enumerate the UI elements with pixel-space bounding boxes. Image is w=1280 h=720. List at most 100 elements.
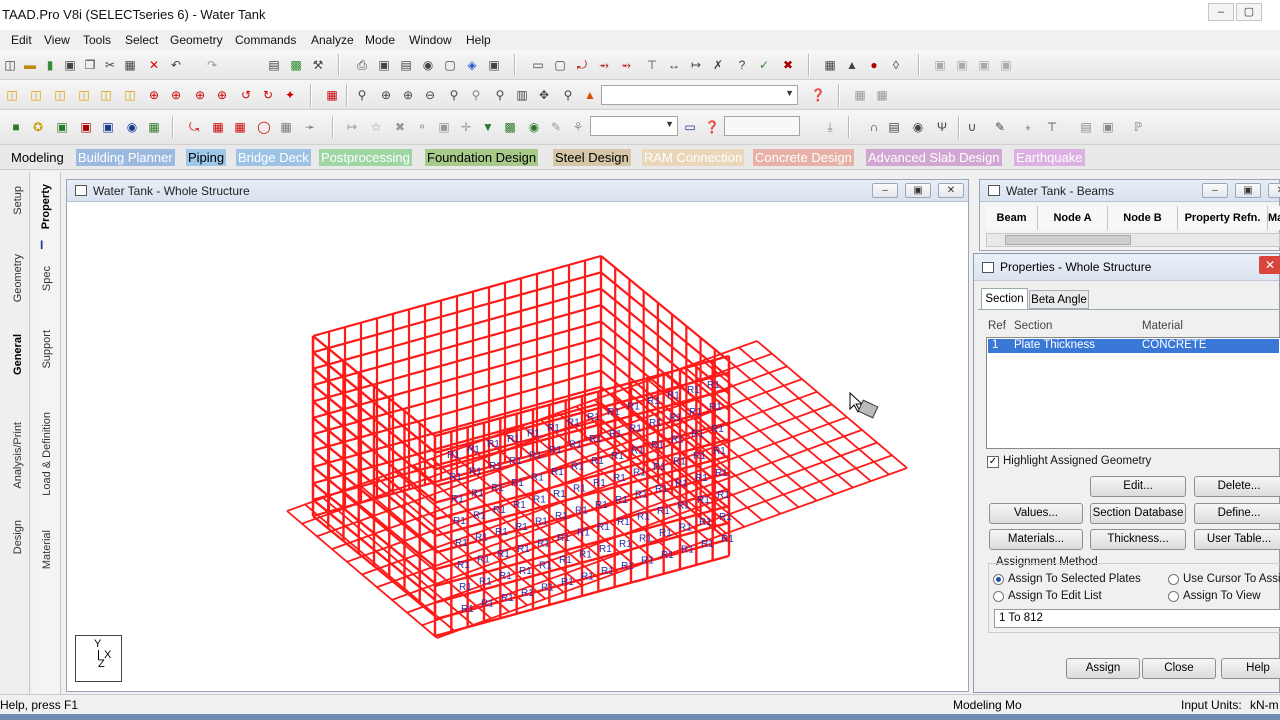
vtab-load-definition[interactable]: Load & Definition	[41, 412, 53, 496]
edit-list-field[interactable]: 1 To 812	[994, 609, 1280, 628]
cut-section-icon[interactable]: ✛	[458, 119, 474, 135]
window-icon-4[interactable]: ▣	[998, 57, 1014, 73]
rotate-icon[interactable]: ↺	[238, 87, 254, 103]
query-icon[interactable]: ❓	[704, 119, 720, 135]
assign-selected-plates-radio[interactable]	[993, 574, 1004, 585]
close-button[interactable]: Close	[1142, 658, 1216, 679]
tab-building-planner[interactable]: Building Planner	[76, 149, 175, 166]
open-recent-icon[interactable]: ▮	[42, 57, 58, 73]
section-icon[interactable]: ▩	[502, 119, 518, 135]
menu-help[interactable]: Help	[466, 33, 491, 47]
split-beam-icon[interactable]: ↦	[344, 119, 360, 135]
view-restore-button[interactable]: ▣	[905, 183, 931, 198]
tab-foundation-design[interactable]: Foundation Design	[425, 149, 539, 166]
vtab-property[interactable]: Property	[40, 184, 52, 229]
undo-view-icon[interactable]: ▦	[852, 87, 868, 103]
scrollbar-thumb[interactable]	[1005, 235, 1131, 245]
animate-icon[interactable]: ●	[866, 57, 882, 73]
connect-beams-icon[interactable]: ☆	[368, 119, 384, 135]
tab-beta-angle[interactable]: Beta Angle	[1029, 290, 1089, 309]
snap-beam-icon[interactable]: ⊕	[168, 87, 184, 103]
select-geometry-icon[interactable]: ◫	[122, 87, 138, 103]
horizontal-scrollbar[interactable]	[986, 233, 1280, 247]
monitor-icon[interactable]: ▭	[682, 119, 698, 135]
structure-view-window[interactable]: Water Tank - Whole Structure – ▣ ✕ R1 R1 R…	[66, 179, 969, 692]
column-header-node-a[interactable]: Node A	[1038, 206, 1108, 230]
tools-icon[interactable]: ⚒	[310, 57, 326, 73]
structure-canvas[interactable]: R1 R1 R1 R1 R1 R1 R1 R1 R1 R1 R1 R1 R1 R1 R1 R1 R1 R1 R1 R1…	[67, 203, 968, 692]
rotate-geometry-icon[interactable]: ▣	[78, 119, 94, 135]
structure-view-icon[interactable]: ▲	[582, 87, 598, 103]
zoom-in-icon[interactable]: ⊕	[378, 87, 394, 103]
assign-button[interactable]: Assign	[1066, 658, 1140, 679]
tab-concrete-design[interactable]: Concrete Design	[753, 149, 854, 166]
snap-plate-icon[interactable]: ⊕	[192, 87, 208, 103]
menu-window[interactable]: Window	[409, 33, 452, 47]
vtab-material[interactable]: Material	[41, 530, 53, 569]
cursor-icon[interactable]: ✦	[282, 87, 298, 103]
assign-view-radio[interactable]	[1168, 591, 1179, 602]
menu-edit[interactable]: Edit	[11, 33, 32, 47]
grid-icon[interactable]: ▦	[146, 119, 162, 135]
report-setup-icon[interactable]: ▢	[442, 57, 458, 73]
snap-node-icon[interactable]: ⊕	[146, 87, 162, 103]
zoom-dynamic-icon[interactable]: ⚲	[468, 87, 484, 103]
circular-repeat-icon[interactable]: ✪	[30, 119, 46, 135]
view-minimize-button[interactable]: –	[872, 183, 898, 198]
merge-icon[interactable]: ⚬	[414, 119, 430, 135]
select-nodes-icon[interactable]: ◫	[4, 87, 20, 103]
vtab-design[interactable]: Design	[12, 520, 24, 554]
column-header-property[interactable]: Property Refn.	[1178, 206, 1268, 230]
snap-solid-icon[interactable]: ⊕	[214, 87, 230, 103]
view-grid-icon[interactable]: ▦	[324, 87, 340, 103]
view-close-button[interactable]: ✕	[938, 183, 964, 198]
structure-wizard-icon[interactable]: ▩	[288, 57, 304, 73]
section-database-button[interactable]: Section Database	[1090, 503, 1186, 524]
new-file-icon[interactable]: ◫	[2, 57, 18, 73]
window-icon-2[interactable]: ▣	[954, 57, 970, 73]
structure-diagram-icon[interactable]: ▲	[844, 57, 860, 73]
maximize-button[interactable]: ▢	[1236, 3, 1262, 21]
redo-icon[interactable]: ↷	[204, 57, 220, 73]
table-row[interactable]: 1 Plate Thickness CONCRETE	[988, 339, 1279, 353]
beam-section-icon[interactable]: ⍖	[1020, 119, 1036, 135]
window-icon-1[interactable]: ▣	[932, 57, 948, 73]
report-icon[interactable]: ▤	[1078, 119, 1094, 135]
node-numbers-icon[interactable]: ▢	[552, 57, 568, 73]
mirror-icon[interactable]: ▣	[54, 119, 70, 135]
define-button[interactable]: Define...	[1194, 503, 1280, 524]
wand-icon[interactable]: ⚘	[570, 119, 586, 135]
tab-modeling[interactable]: Modeling	[9, 149, 66, 166]
pencil-icon[interactable]: ✎	[548, 119, 564, 135]
tab-postprocessing[interactable]: Postprocessing	[319, 149, 412, 166]
delete-icon[interactable]: ✕	[146, 57, 162, 73]
print-preview-icon[interactable]: ▣	[376, 57, 392, 73]
add-beam-icon[interactable]: ⤿	[186, 119, 202, 135]
plate-numbers-icon[interactable]: ⥇	[618, 57, 634, 73]
menu-commands[interactable]: Commands	[235, 33, 296, 47]
dimension-icon[interactable]: ⥇	[596, 57, 612, 73]
frame-icon[interactable]: ▤	[886, 119, 902, 135]
translational-repeat-icon[interactable]: ■	[8, 119, 24, 135]
tab-ram-connection[interactable]: RAM Connection	[642, 149, 745, 166]
new-view-icon[interactable]: ▥	[514, 87, 530, 103]
remove-dimension-icon[interactable]: ✗	[710, 57, 726, 73]
column-header-beam[interactable]: Beam	[986, 206, 1038, 230]
beams-restore-button[interactable]: ▣	[1235, 183, 1261, 198]
assign-edit-list-radio[interactable]	[993, 591, 1004, 602]
delete-button[interactable]: Delete...	[1194, 476, 1280, 497]
print-current-view-icon[interactable]: ▤	[398, 57, 414, 73]
paste-icon[interactable]: ▦	[122, 57, 138, 73]
print-icon[interactable]: ⎙	[354, 57, 370, 73]
menu-geometry[interactable]: Geometry	[170, 33, 223, 47]
help-icon[interactable]: ❓	[810, 87, 826, 103]
vtab-support[interactable]: Support	[41, 330, 53, 369]
globe-icon[interactable]: ◉	[124, 119, 140, 135]
display-icon[interactable]: ◊	[888, 57, 904, 73]
select-surfaces-icon[interactable]: ◫	[98, 87, 114, 103]
add-plate-icon[interactable]: ▦	[210, 119, 226, 135]
page-setup-icon[interactable]: ▣	[486, 57, 502, 73]
clipboard-icon[interactable]: ▤	[266, 57, 282, 73]
select-solids-icon[interactable]: ◫	[76, 87, 92, 103]
copy-icon[interactable]: ❐	[82, 57, 98, 73]
